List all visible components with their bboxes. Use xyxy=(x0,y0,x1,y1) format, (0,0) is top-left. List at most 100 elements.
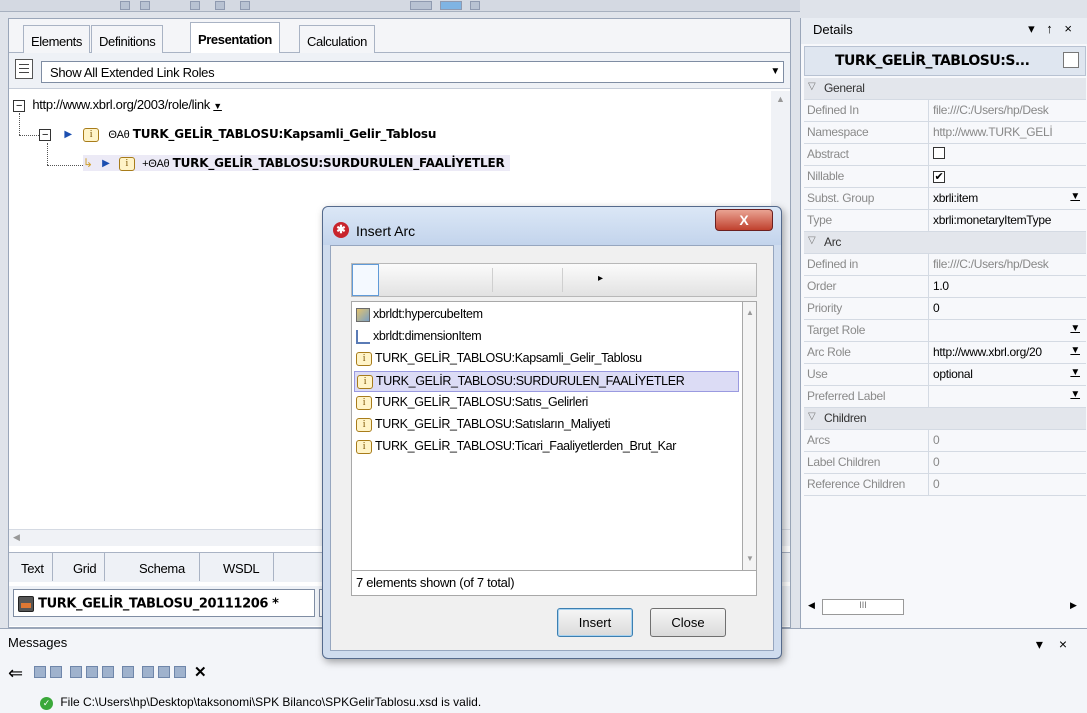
collapse-icon[interactable]: − xyxy=(39,128,51,141)
tab-presentation[interactable]: Presentation xyxy=(190,22,280,54)
expand-arrow-icon[interactable]: ▶ xyxy=(64,129,72,140)
scroll-left-icon[interactable]: ◀ xyxy=(13,532,20,543)
toolbar-button[interactable] xyxy=(86,666,98,678)
toolbar-button[interactable] xyxy=(34,666,46,678)
clear-icon[interactable]: ✕ xyxy=(194,663,207,681)
toolbar-button[interactable] xyxy=(158,666,170,678)
scroll-left-icon[interactable]: ◀ xyxy=(808,600,815,611)
property-value[interactable]: file:///C:/Users/hp/Desk xyxy=(931,100,1086,122)
scroll-thumb[interactable]: III xyxy=(822,599,904,615)
toolbar-button[interactable] xyxy=(70,666,82,678)
role-bar: Show All Extended Link Roles ▼ xyxy=(9,53,790,89)
property-value[interactable]: 0 xyxy=(931,452,1086,474)
dropdown-arrow-icon[interactable]: ▼ xyxy=(1070,389,1080,400)
toolbar-button[interactable] xyxy=(410,1,432,10)
collapse-icon[interactable]: − xyxy=(13,99,25,112)
section-header-general[interactable]: General ▽ xyxy=(804,78,1086,100)
chevron-right-icon[interactable]: ▸ xyxy=(598,273,603,284)
back-icon[interactable]: ⇐ xyxy=(8,663,23,684)
property-value[interactable]: xbrli:item ▼ xyxy=(931,188,1086,210)
tree-node-selected[interactable]: ↳ ▶ i +ΘAθ TURK_GELİR_TABLOSU:SURDURULEN… xyxy=(83,155,511,171)
toolbar-button[interactable] xyxy=(122,666,134,678)
toolbar-button[interactable] xyxy=(140,1,150,10)
details-horizontal-scrollbar[interactable]: ◀ III ▶ xyxy=(804,598,1086,618)
toolbar-button[interactable] xyxy=(470,1,480,10)
panel-controls-icon[interactable]: ▾ × xyxy=(1036,636,1073,653)
dropdown-arrow-icon[interactable]: ▼ xyxy=(213,101,222,111)
property-value[interactable]: 0 xyxy=(931,298,1086,320)
toolbar-button[interactable] xyxy=(440,1,462,10)
tab-grid[interactable]: Grid xyxy=(65,553,106,581)
tab-text[interactable]: Text xyxy=(13,553,53,581)
toolbar-button[interactable] xyxy=(142,666,154,678)
list-item[interactable]: i TURK_GELİR_TABLOSU:Satıs_Gelirleri xyxy=(354,393,739,414)
tree-node[interactable]: − ▶ i ΘAθ TURK_GELİR_TABLOSU:Kapsamli_Ge… xyxy=(39,126,436,142)
list-item[interactable]: i TURK_GELİR_TABLOSU:Kapsamli_Gelir_Tablo… xyxy=(354,349,739,370)
tab-schema[interactable]: Schema xyxy=(125,553,200,581)
list-item[interactable]: i TURK_GELİR_TABLOSU:Satısların_Maliyeti xyxy=(354,415,739,436)
section-header-children[interactable]: Children ▽ xyxy=(804,408,1086,430)
dropdown-arrow-icon[interactable]: ▼ xyxy=(770,66,780,77)
property-value[interactable]: file:///C:/Users/hp/Desk xyxy=(931,254,1086,276)
details-item-label: TURK_GELİR_TABLOSU:S... xyxy=(835,53,1030,69)
list-item[interactable]: xbrldt:hypercubeItem xyxy=(354,305,739,326)
scroll-down-icon[interactable]: ▼ xyxy=(746,554,754,563)
property-value[interactable]: 0 xyxy=(931,430,1086,452)
role-select[interactable]: Show All Extended Link Roles ▼ xyxy=(41,61,784,83)
toolbar-button[interactable] xyxy=(190,1,200,10)
collapse-icon[interactable]: ▽ xyxy=(808,81,816,92)
list-item-label: TURK_GELİR_TABLOSU:SURDURULEN_FAALİYETLE… xyxy=(376,374,685,388)
property-value[interactable]: ▼ xyxy=(931,386,1086,408)
checkbox[interactable] xyxy=(933,147,945,159)
property-row: Subst. Group xbrli:item ▼ xyxy=(804,188,1086,210)
column-header-cell[interactable] xyxy=(352,264,379,296)
expand-arrow-icon[interactable]: ▶ xyxy=(102,158,110,169)
list-item[interactable]: xbrldt:dimensionItem xyxy=(354,327,739,348)
dropdown-arrow-icon[interactable]: ▼ xyxy=(1070,323,1080,334)
property-value[interactable] xyxy=(931,144,1086,166)
collapse-icon[interactable]: ▽ xyxy=(808,235,816,246)
hypercube-icon xyxy=(356,307,370,322)
section-header-arc[interactable]: Arc ▽ xyxy=(804,232,1086,254)
dropdown-arrow-icon[interactable]: ▼ xyxy=(1070,367,1080,378)
list-item[interactable]: i TURK_GELİR_TABLOSU:Ticari_Faaliyetlerde… xyxy=(354,437,739,458)
tab-elements[interactable]: Elements xyxy=(23,25,90,53)
property-value[interactable]: ✔ xyxy=(931,166,1086,188)
list-item-label: TURK_GELİR_TABLOSU:Ticari_Faaliyetlerden… xyxy=(375,439,677,453)
tab-wsdl[interactable]: WSDL xyxy=(209,553,275,581)
property-value[interactable]: http://www.TURK_GELİ xyxy=(931,122,1086,144)
tab-calculation[interactable]: Calculation xyxy=(299,25,375,53)
dropdown-arrow-icon[interactable]: ▼ xyxy=(1070,345,1080,356)
property-value[interactable]: 1.0 xyxy=(931,276,1086,298)
dropdown-arrow-icon[interactable]: ▼ xyxy=(1070,191,1080,202)
list-item[interactable]: i TURK_GELİR_TABLOSU:SURDURULEN_FAALİYETL… xyxy=(354,371,739,392)
property-value[interactable]: xbrli:monetaryItemType xyxy=(931,210,1086,232)
scroll-up-icon[interactable]: ▲ xyxy=(776,94,785,104)
close-button[interactable]: Close xyxy=(650,608,726,637)
file-tab-active[interactable]: TURK_GELİR_TABLOSU_20111206 * xyxy=(13,589,315,617)
sort-icon[interactable] xyxy=(1063,52,1079,68)
property-value-text: file:///C:/Users/hp/Desk xyxy=(933,103,1049,117)
scroll-up-icon[interactable]: ▲ xyxy=(746,308,754,317)
property-value[interactable]: optional ▼ xyxy=(931,364,1086,386)
property-value[interactable]: ▼ xyxy=(931,320,1086,342)
property-value[interactable]: 0 xyxy=(931,474,1086,496)
tree-root[interactable]: − http://www.xbrl.org/2003/role/link ▼ xyxy=(13,97,222,112)
editor-tabs: Elements Definitions Presentation Calcul… xyxy=(9,19,790,54)
toolbar-button[interactable] xyxy=(102,666,114,678)
toolbar-button[interactable] xyxy=(215,1,225,10)
role-list-icon[interactable] xyxy=(15,59,33,79)
checkbox[interactable]: ✔ xyxy=(933,171,945,183)
toolbar-button[interactable] xyxy=(50,666,62,678)
list-scrollbar[interactable]: ▲ ▼ xyxy=(743,301,757,571)
close-icon[interactable]: X xyxy=(715,209,773,231)
panel-controls-icon[interactable]: ▾ ↑ × xyxy=(1028,21,1076,37)
property-value[interactable]: http://www.xbrl.org/20 ▼ xyxy=(931,342,1086,364)
toolbar-button[interactable] xyxy=(174,666,186,678)
toolbar-button[interactable] xyxy=(120,1,130,10)
insert-button[interactable]: Insert xyxy=(557,608,633,637)
tab-definitions[interactable]: Definitions xyxy=(91,25,164,53)
toolbar-button[interactable] xyxy=(240,1,250,10)
collapse-icon[interactable]: ▽ xyxy=(808,411,816,422)
scroll-right-icon[interactable]: ▶ xyxy=(1070,600,1077,611)
